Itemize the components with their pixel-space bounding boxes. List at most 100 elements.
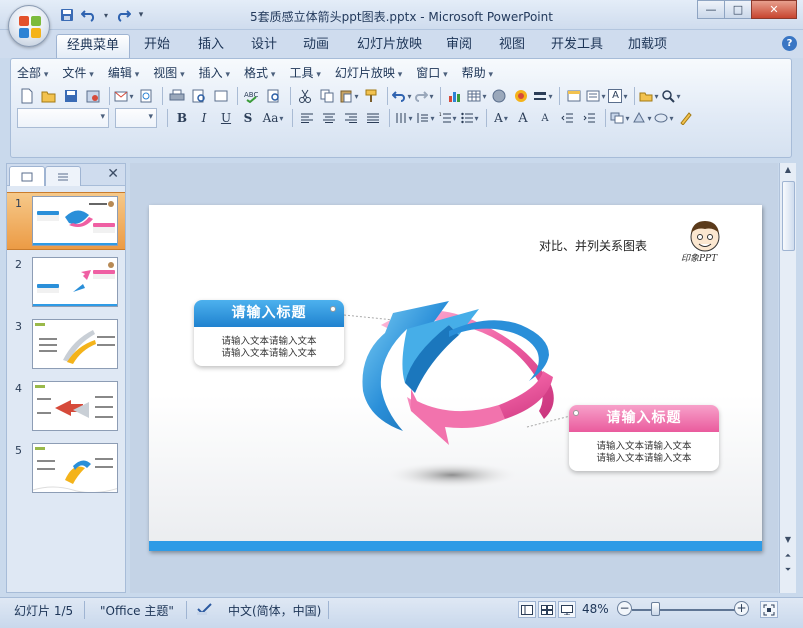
change-case-button[interactable]: Aa: [260, 108, 286, 128]
zoom-slider[interactable]: [632, 609, 736, 611]
close-button[interactable]: ✕: [751, 0, 797, 19]
save-icon[interactable]: [61, 86, 81, 106]
spell-check-icon[interactable]: [196, 602, 214, 619]
slide-thumbnail-5[interactable]: 5: [7, 440, 125, 498]
decrease-indent-icon[interactable]: [557, 108, 577, 128]
next-slide-icon[interactable]: ⏷: [780, 565, 796, 579]
circular-arrows-graphic[interactable]: [149, 205, 762, 551]
zoom-level[interactable]: 48%: [582, 602, 609, 616]
text-direction-icon[interactable]: [394, 108, 414, 128]
increase-indent-icon[interactable]: [579, 108, 599, 128]
vertical-scrollbar[interactable]: ▲ ▼ ⏶ ⏷: [779, 163, 796, 593]
callout-heading[interactable]: 请输入标题: [569, 405, 719, 432]
insert-picture-icon[interactable]: [511, 86, 531, 106]
shape-outline-icon[interactable]: [676, 108, 696, 128]
tab-home[interactable]: 开始: [134, 34, 180, 58]
menu-all[interactable]: 全部: [17, 64, 48, 82]
quick-styles-icon[interactable]: [632, 108, 652, 128]
tab-review[interactable]: 审阅: [436, 34, 482, 58]
cut-icon[interactable]: [295, 86, 315, 106]
tab-outline[interactable]: [45, 166, 81, 186]
tab-animations[interactable]: 动画: [293, 34, 339, 58]
align-right-icon[interactable]: [341, 108, 361, 128]
callout-body[interactable]: 请输入文本请输入文本 请输入文本请输入文本: [194, 327, 344, 366]
menu-view[interactable]: 视图: [153, 64, 184, 82]
slide-thumbnail-2[interactable]: 2: [7, 254, 125, 312]
slide[interactable]: 对比、并列关系图表 印象PPT 请输入标题 请输入文本请输入文本 请输入文本请输…: [149, 205, 762, 551]
shadow-button[interactable]: S: [238, 108, 258, 128]
callout-body[interactable]: 请输入文本请输入文本 请输入文本请输入文本: [569, 432, 719, 471]
shrink-font-icon[interactable]: A: [535, 108, 555, 128]
text-box-icon[interactable]: A: [608, 86, 628, 106]
save-icon[interactable]: [58, 6, 76, 24]
paste-icon[interactable]: [339, 86, 359, 106]
slide-sorter-icon[interactable]: [538, 601, 556, 618]
customize-qat-icon[interactable]: ▾: [136, 6, 146, 24]
font-color-icon[interactable]: A: [491, 108, 511, 128]
zoom-in-button[interactable]: +: [734, 601, 749, 616]
line-style-icon[interactable]: [533, 86, 553, 106]
tab-slideshow[interactable]: 幻灯片放映: [347, 34, 432, 58]
theme-name[interactable]: "Office 主题": [100, 602, 174, 619]
undo-dropdown-icon[interactable]: ▾: [102, 6, 110, 24]
page-setup-icon[interactable]: [211, 86, 231, 106]
menu-format[interactable]: 格式: [244, 64, 275, 82]
align-center-icon[interactable]: [319, 108, 339, 128]
new-slide-icon[interactable]: [564, 86, 584, 106]
clip-art-icon[interactable]: [489, 86, 509, 106]
callout-box-left[interactable]: 请输入标题 请输入文本请输入文本 请输入文本请输入文本: [194, 300, 344, 366]
tab-design[interactable]: 设计: [241, 34, 287, 58]
tab-insert[interactable]: 插入: [188, 34, 234, 58]
callout-box-right[interactable]: 请输入标题 请输入文本请输入文本 请输入文本请输入文本: [569, 405, 719, 471]
slide-thumbnail-3[interactable]: 3: [7, 316, 125, 374]
research-icon[interactable]: [264, 86, 284, 106]
numbering-icon[interactable]: 1: [438, 108, 458, 128]
menu-help[interactable]: 帮助: [462, 64, 493, 82]
callout-heading[interactable]: 请输入标题: [194, 300, 344, 327]
slide-thumbnail-4[interactable]: 4: [7, 378, 125, 436]
insert-chart-icon[interactable]: [445, 86, 465, 106]
publish-icon[interactable]: [136, 86, 156, 106]
minimize-button[interactable]: —: [697, 0, 725, 19]
tab-classic-menu[interactable]: 经典菜单: [56, 34, 131, 58]
open-icon[interactable]: [39, 86, 59, 106]
redo-icon[interactable]: [114, 6, 132, 24]
menu-slideshow[interactable]: 幻灯片放映: [335, 64, 402, 82]
help-icon[interactable]: ?: [782, 36, 797, 51]
arrange-icon[interactable]: [610, 108, 630, 128]
print-icon[interactable]: [167, 86, 187, 106]
menu-insert[interactable]: 插入: [199, 64, 230, 82]
slide-thumbnail-1[interactable]: 1: [7, 192, 125, 250]
redo-icon[interactable]: [414, 86, 434, 106]
zoom-slider-knob[interactable]: [651, 602, 660, 616]
undo-icon[interactable]: [80, 6, 98, 24]
find-icon[interactable]: [661, 86, 681, 106]
copy-icon[interactable]: [317, 86, 337, 106]
permission-icon[interactable]: [83, 86, 103, 106]
font-size-combo[interactable]: [115, 108, 157, 128]
menu-window[interactable]: 窗口: [416, 64, 447, 82]
scroll-thumb[interactable]: [782, 181, 795, 251]
shapes-icon[interactable]: [639, 86, 659, 106]
scroll-down-icon[interactable]: ▼: [780, 535, 796, 549]
restore-button[interactable]: □: [724, 0, 752, 19]
scroll-up-icon[interactable]: ▲: [780, 165, 796, 179]
tab-developer[interactable]: 开发工具: [541, 34, 613, 58]
undo-icon[interactable]: [392, 86, 412, 106]
spelling-icon[interactable]: ABC: [242, 86, 262, 106]
insert-table-icon[interactable]: [467, 86, 487, 106]
new-icon[interactable]: [17, 86, 37, 106]
format-painter-icon[interactable]: [361, 86, 381, 106]
align-text-icon[interactable]: [416, 108, 436, 128]
align-left-icon[interactable]: [297, 108, 317, 128]
font-name-combo[interactable]: [17, 108, 109, 128]
italic-button[interactable]: I: [194, 108, 214, 128]
tab-slides[interactable]: [9, 166, 45, 186]
grow-font-icon[interactable]: A: [513, 108, 533, 128]
menu-tools[interactable]: 工具: [289, 64, 320, 82]
normal-view-icon[interactable]: [518, 601, 536, 618]
menu-edit[interactable]: 编辑: [108, 64, 139, 82]
tab-view[interactable]: 视图: [489, 34, 535, 58]
layout-icon[interactable]: [586, 86, 606, 106]
previous-slide-icon[interactable]: ⏶: [780, 551, 796, 565]
